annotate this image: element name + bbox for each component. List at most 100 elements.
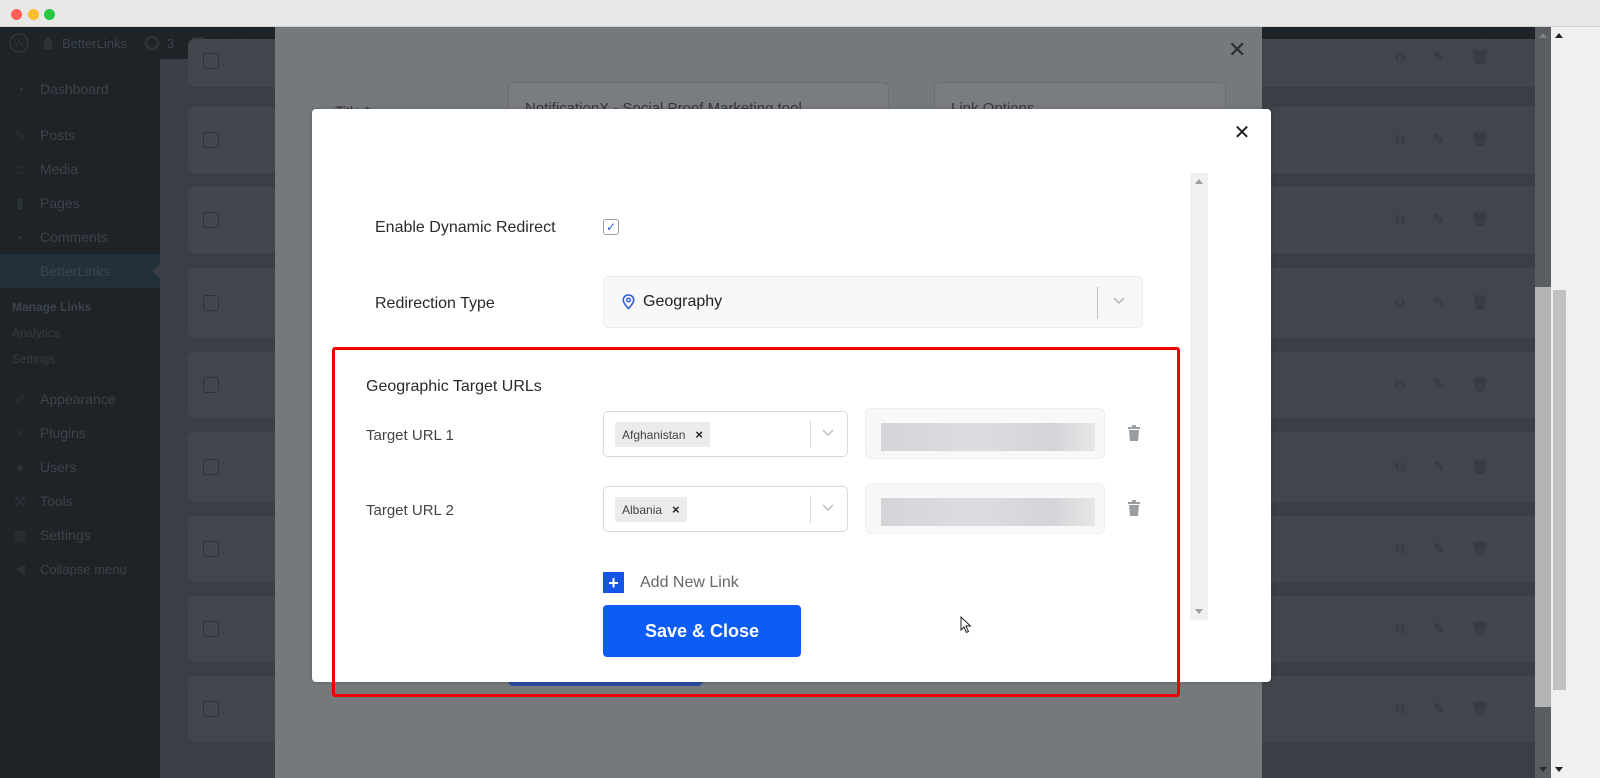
maximize-window-button[interactable] bbox=[44, 9, 55, 20]
row-checkbox[interactable] bbox=[203, 377, 219, 393]
trash-icon[interactable]: 🗑 bbox=[1471, 458, 1489, 474]
updates-link[interactable]: 3 bbox=[135, 27, 182, 59]
add-new-link-button[interactable]: + Add New Link bbox=[603, 572, 739, 593]
outer-modal-close-icon[interactable]: ✕ bbox=[1228, 37, 1246, 63]
edit-icon[interactable]: ✎ bbox=[1433, 540, 1449, 556]
wordpress-logo-button[interactable]: W bbox=[0, 27, 32, 59]
sidebar-item-pages[interactable]: ▮ Pages bbox=[0, 186, 160, 220]
sidebar-item-posts[interactable]: ✎ Posts bbox=[0, 118, 160, 152]
external-link-icon[interactable]: ⧉ bbox=[1395, 376, 1411, 392]
scroll-down-arrow[interactable] bbox=[1555, 767, 1563, 772]
enable-dynamic-redirect-label: Enable Dynamic Redirect bbox=[375, 219, 556, 236]
external-link-icon[interactable]: ⧉ bbox=[1395, 211, 1411, 227]
row-checkbox[interactable] bbox=[203, 53, 219, 69]
sidebar-item-users[interactable]: ● Users bbox=[0, 450, 160, 484]
user-icon: ● bbox=[15, 459, 25, 475]
home-icon bbox=[42, 37, 54, 49]
row-checkbox[interactable] bbox=[203, 621, 219, 637]
scroll-down-arrow[interactable] bbox=[1539, 767, 1547, 772]
collapse-menu-button[interactable]: ◀ Collapse menu bbox=[0, 552, 160, 586]
wordpress-icon: W bbox=[9, 33, 29, 53]
trash-icon[interactable]: 🗑 bbox=[1471, 540, 1489, 556]
sidebar-item-plugins[interactable]: ⚡ Plugins bbox=[0, 416, 160, 450]
submenu-analytics[interactable]: Analytics bbox=[0, 320, 160, 346]
scroll-up-arrow[interactable] bbox=[1539, 33, 1547, 38]
trash-icon[interactable]: 🗑 bbox=[1471, 620, 1489, 636]
remove-tag-icon[interactable]: × bbox=[672, 502, 680, 517]
trash-icon[interactable]: 🗑 bbox=[1471, 294, 1489, 310]
modal-scrollbar[interactable] bbox=[1190, 173, 1208, 620]
trash-icon[interactable] bbox=[1127, 500, 1141, 522]
edit-icon[interactable]: ✎ bbox=[1433, 620, 1449, 636]
scroll-up-arrow[interactable] bbox=[1195, 179, 1203, 184]
row-actions: ⧉ ✎ 🗑 bbox=[1395, 458, 1489, 474]
submenu-settings[interactable]: Settings bbox=[0, 346, 160, 372]
remove-tag-icon[interactable]: × bbox=[695, 427, 703, 442]
submenu-manage-links[interactable]: Manage Links bbox=[0, 294, 160, 320]
chevron-down-icon[interactable] bbox=[1112, 293, 1126, 311]
target-url-2-input[interactable] bbox=[865, 483, 1105, 534]
edit-icon[interactable]: ✎ bbox=[1433, 458, 1449, 474]
external-link-icon[interactable]: ⧉ bbox=[1395, 458, 1411, 474]
enable-dynamic-redirect-checkbox[interactable]: ✓ bbox=[603, 219, 619, 235]
trash-icon[interactable]: 🗑 bbox=[1471, 700, 1489, 716]
pages-icon: ▮ bbox=[16, 194, 24, 211]
target-url-2-country-select[interactable]: Albania × bbox=[603, 486, 848, 532]
edit-icon[interactable]: ✎ bbox=[1433, 700, 1449, 716]
trash-icon[interactable]: 🗑 bbox=[1471, 376, 1489, 392]
browser-viewport: W BetterLinks 3 0 + Howdy, tanaz ◔ Dashb… bbox=[0, 27, 1600, 778]
row-checkbox[interactable] bbox=[203, 701, 219, 717]
site-name-link[interactable]: BetterLinks bbox=[32, 27, 135, 59]
trash-icon[interactable]: 🗑 bbox=[1471, 211, 1489, 227]
edit-icon[interactable]: ✎ bbox=[1433, 211, 1449, 227]
external-link-icon[interactable]: ⧉ bbox=[1395, 131, 1411, 147]
media-icon: ♫ bbox=[14, 161, 26, 177]
pin-icon: ✎ bbox=[14, 126, 26, 143]
close-icon[interactable]: ✕ bbox=[1232, 123, 1252, 143]
scroll-up-arrow[interactable] bbox=[1555, 33, 1563, 38]
browser-scrollbar-thumb[interactable] bbox=[1553, 290, 1566, 690]
country-tag: Afghanistan × bbox=[615, 422, 710, 447]
brush-icon: ✐ bbox=[14, 390, 26, 407]
trash-icon[interactable]: 🗑 bbox=[1471, 49, 1489, 65]
sidebar-item-appearance[interactable]: ✐ Appearance bbox=[0, 382, 160, 416]
sidebar-item-settings[interactable]: ▦ Settings bbox=[0, 518, 160, 552]
save-and-close-button[interactable]: Save & Close bbox=[603, 605, 801, 657]
row-checkbox[interactable] bbox=[203, 212, 219, 228]
row-checkbox[interactable] bbox=[203, 132, 219, 148]
betterlinks-submenu: Manage Links Analytics Settings bbox=[0, 288, 160, 382]
browser-scrollbar[interactable] bbox=[1551, 27, 1568, 778]
sidebar-item-media[interactable]: ♫ Media bbox=[0, 152, 160, 186]
scroll-down-arrow[interactable] bbox=[1195, 609, 1203, 614]
sidebar-item-tools[interactable]: ⚒ Tools bbox=[0, 484, 160, 518]
external-link-icon[interactable]: ⧉ bbox=[1395, 700, 1411, 716]
chevron-down-icon[interactable] bbox=[821, 425, 835, 443]
row-checkbox[interactable] bbox=[203, 295, 219, 311]
target-url-1-country-select[interactable]: Afghanistan × bbox=[603, 411, 848, 457]
row-checkbox[interactable] bbox=[203, 459, 219, 475]
target-url-1-input[interactable] bbox=[865, 408, 1105, 459]
sidebar-item-betterlinks[interactable]: ∞ BetterLinks bbox=[0, 254, 160, 288]
sidebar-item-comments[interactable]: ▪ Comments bbox=[0, 220, 160, 254]
edit-icon[interactable]: ✎ bbox=[1433, 376, 1449, 392]
external-link-icon[interactable]: ⧉ bbox=[1395, 540, 1411, 556]
edit-icon[interactable]: ✎ bbox=[1433, 294, 1449, 310]
sidebar-item-dashboard[interactable]: ◔ Dashboard bbox=[0, 72, 160, 106]
chevron-down-icon[interactable] bbox=[821, 500, 835, 518]
page-scrollbar[interactable] bbox=[1535, 27, 1551, 778]
trash-icon[interactable] bbox=[1127, 425, 1141, 447]
wrench-icon: ⚒ bbox=[13, 492, 27, 509]
external-link-icon[interactable]: ⧉ bbox=[1395, 49, 1411, 65]
trash-icon[interactable]: 🗑 bbox=[1471, 131, 1489, 147]
close-window-button[interactable] bbox=[11, 9, 22, 20]
edit-icon[interactable]: ✎ bbox=[1433, 131, 1449, 147]
redirection-type-value: Geography bbox=[643, 293, 723, 310]
edit-icon[interactable]: ✎ bbox=[1433, 49, 1449, 65]
updates-count: 3 bbox=[167, 35, 175, 51]
page-scrollbar-thumb[interactable] bbox=[1535, 287, 1551, 707]
minimize-window-button[interactable] bbox=[28, 9, 39, 20]
external-link-icon[interactable]: ⧉ bbox=[1395, 620, 1411, 636]
redirection-type-select[interactable]: Geography bbox=[603, 276, 1143, 328]
external-link-icon[interactable]: ⧉ bbox=[1395, 294, 1411, 310]
row-checkbox[interactable] bbox=[203, 541, 219, 557]
